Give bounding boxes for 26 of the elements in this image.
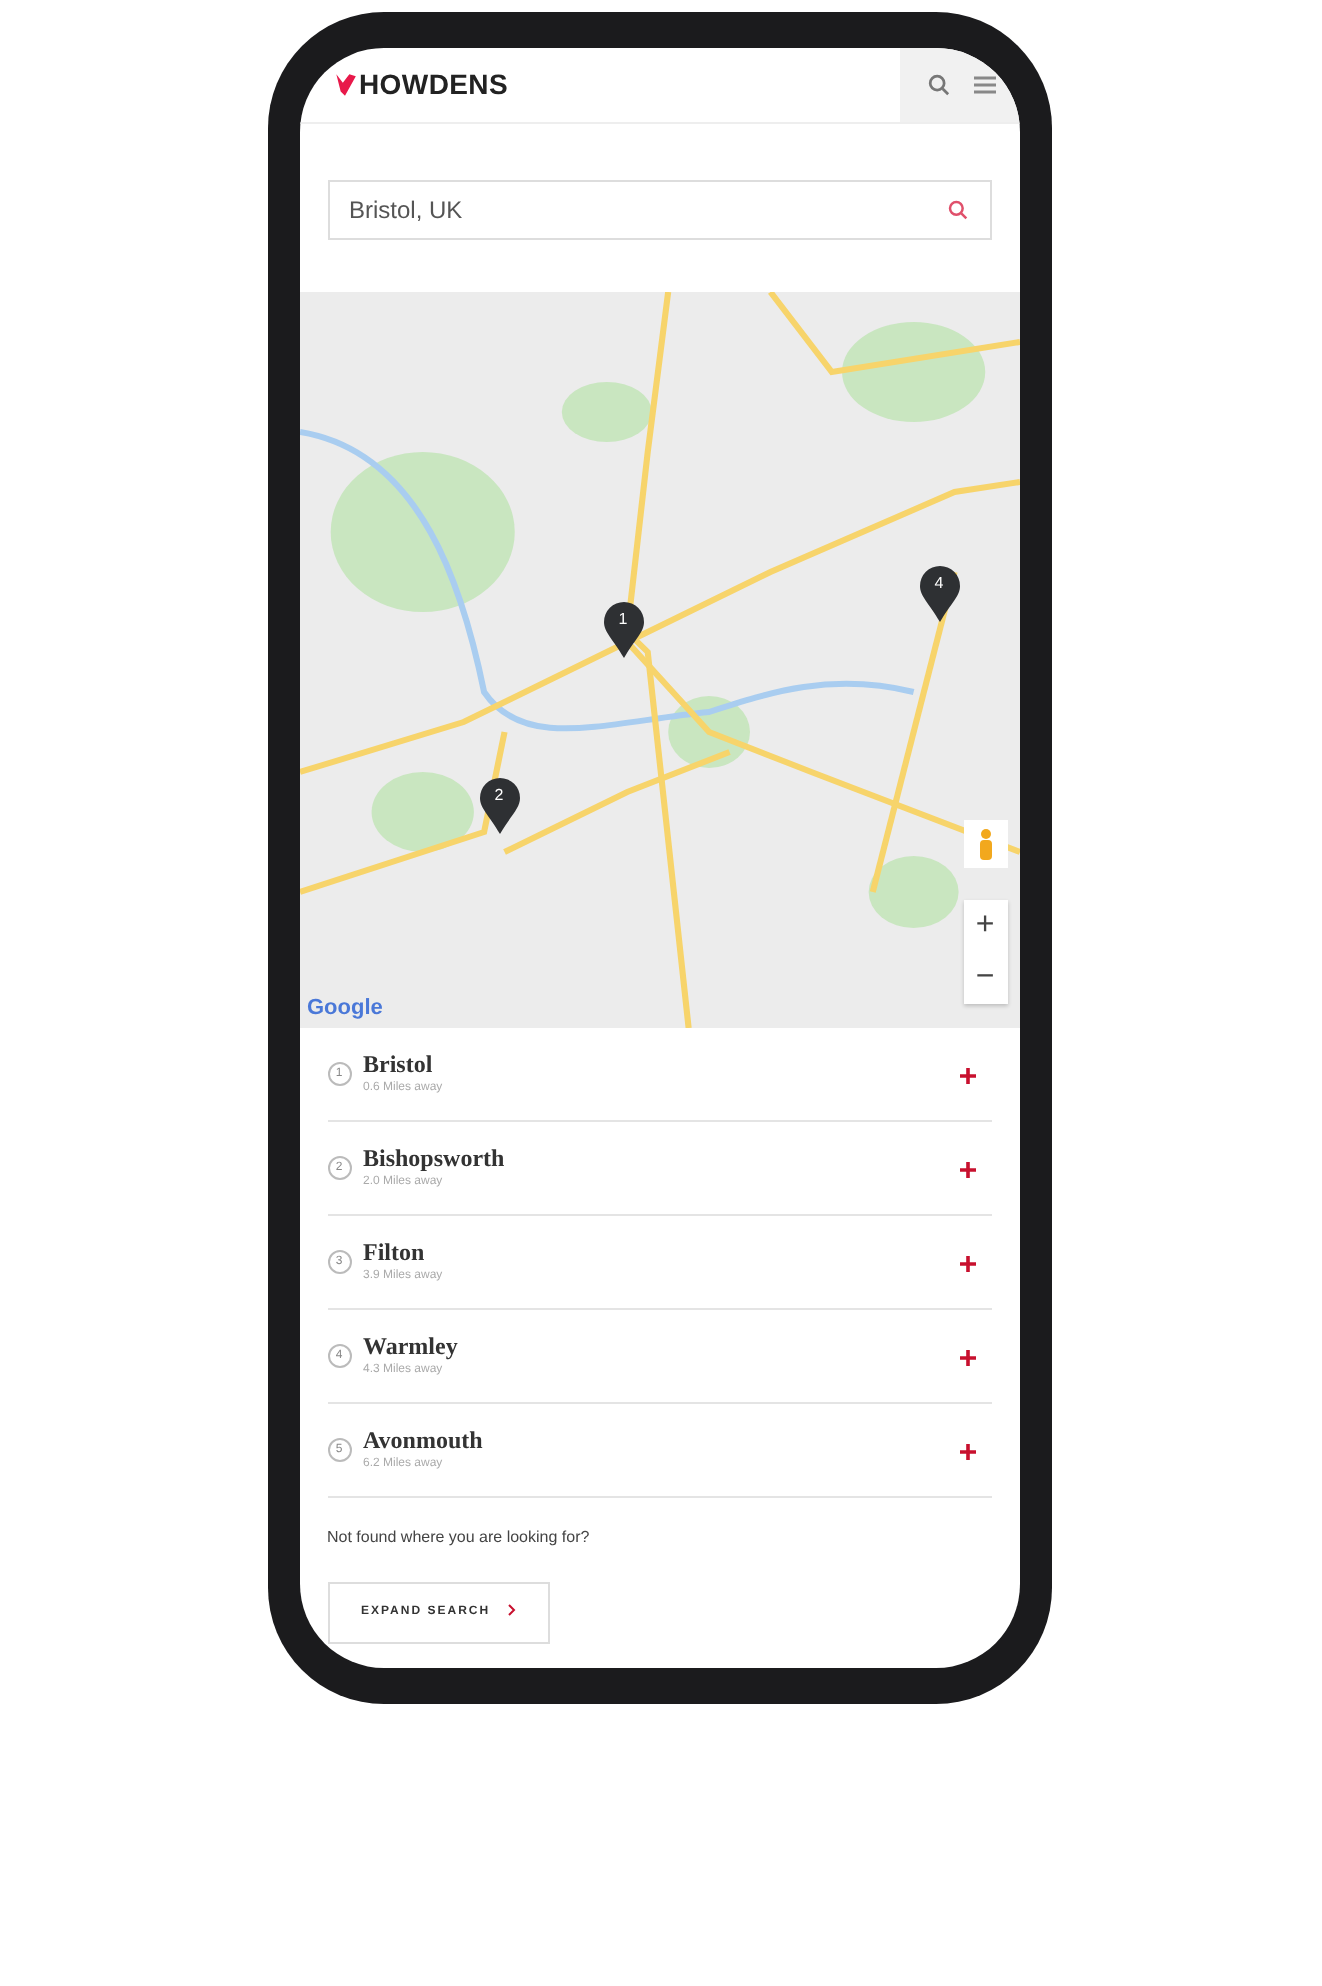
location-name: Avonmouth (363, 1426, 483, 1456)
plus-icon (959, 1067, 975, 1084)
map-logo: Google (307, 993, 383, 1023)
search-icon[interactable] (947, 200, 967, 220)
location-name: Filton (363, 1238, 427, 1268)
zoom-out-button[interactable]: − (963, 952, 1007, 1004)
logo-text[interactable]: HOWDENS (359, 64, 509, 106)
location-name: Bishopsworth (363, 1144, 505, 1174)
plus-icon (959, 1349, 975, 1366)
plus-icon (959, 1161, 975, 1178)
person-icon (977, 828, 993, 860)
not-found-text: Not found where you are looking for? (327, 1526, 592, 1550)
plus-icon (959, 1443, 975, 1460)
plus-icon (959, 1255, 975, 1272)
search-field[interactable]: Bristol, UK (327, 180, 991, 240)
map-pin[interactable]: 2 (479, 778, 519, 834)
location-name: Bristol (363, 1050, 435, 1080)
chevron-icon (507, 1604, 516, 1617)
menu-icon[interactable] (973, 76, 995, 94)
map-pin[interactable]: 1 (603, 602, 643, 658)
zoom-in-button[interactable]: + (963, 900, 1007, 952)
heart-logo-icon (331, 72, 357, 98)
search-icon[interactable] (927, 74, 949, 96)
map-pin[interactable]: 4 (919, 566, 959, 622)
location-name: Warmley (363, 1332, 458, 1362)
map[interactable]: 1 2 4 + − Google (299, 292, 1019, 1028)
